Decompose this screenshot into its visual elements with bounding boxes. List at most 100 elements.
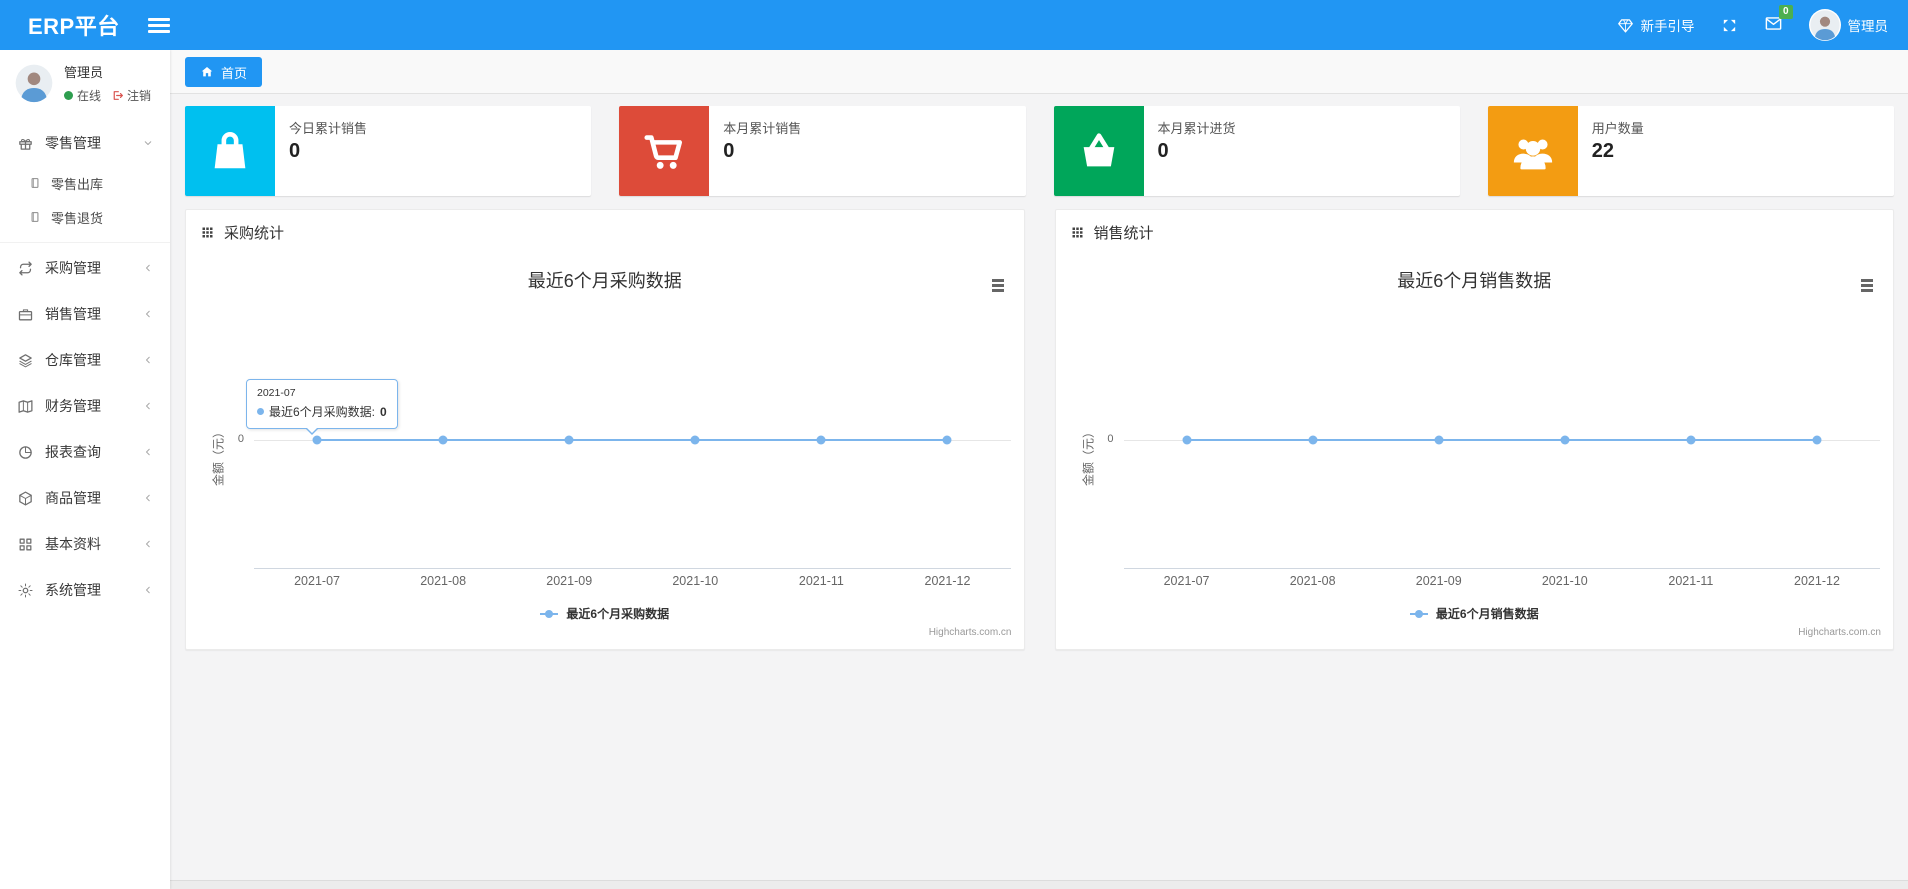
sidebar-item-system[interactable]: 系统管理 bbox=[0, 567, 170, 613]
data-point-2021-10 bbox=[1560, 435, 1570, 445]
sidebar-group-purchase: 采购管理 bbox=[0, 245, 170, 291]
sidebar-item-retail[interactable]: 零售管理 bbox=[0, 120, 170, 166]
stat-card-value: 0 bbox=[1157, 140, 1169, 162]
sidebar-item-sales[interactable]: 销售管理 bbox=[0, 291, 170, 337]
sidebar-item-retail-return[interactable]: 零售退货 bbox=[0, 200, 170, 234]
sales-chart: 最近6个月销售数据 金额（元） 0 2021-07 2021-08 2021-09 2021… bbox=[1056, 251, 1894, 649]
sidebar-item-purchase[interactable]: 采购管理 bbox=[0, 245, 170, 291]
th-grid-icon bbox=[200, 225, 215, 240]
legend-label: 最近6个月采购数据 bbox=[566, 607, 670, 621]
stat-card-today-sales[interactable]: 今日累计销售 0 bbox=[185, 106, 592, 196]
chart-context-menu-button[interactable] bbox=[990, 277, 1006, 296]
logout-label: 注销 bbox=[127, 89, 152, 103]
x-axis-label: 2021-07 bbox=[294, 574, 340, 588]
chart-panels-row: 采购统计 最近6个月采购数据 金额（元） 0 2021-07 2021-08 2021-0… bbox=[170, 196, 1908, 650]
highcharts-credit-link[interactable]: Highcharts.com.cn bbox=[929, 627, 1012, 638]
highcharts-credit-link[interactable]: Highcharts.com.cn bbox=[1798, 627, 1881, 638]
user-name: 管理员 bbox=[1847, 19, 1889, 34]
sidebar-subitem-label: 零售退货 bbox=[51, 210, 104, 226]
sidebar-toggle-button[interactable] bbox=[147, 15, 170, 36]
th-grid-icon bbox=[1070, 225, 1085, 240]
sidebar-item-finance[interactable]: 财务管理 bbox=[0, 383, 170, 429]
sidebar-menu: 零售管理零售出库零售退货采购管理 销售管理 仓库管理 财务管理报表查询商品管理基本资料… bbox=[0, 120, 170, 613]
sidebar-submenu-retail: 零售出库 零售退货 bbox=[0, 166, 170, 243]
stat-card-label: 本月累计销售 bbox=[723, 121, 802, 136]
data-point-2021-10 bbox=[690, 435, 700, 445]
sidebar-group-system: 系统管理 bbox=[0, 567, 170, 613]
shopping-bag-icon bbox=[185, 106, 275, 196]
x-axis-line bbox=[254, 568, 1011, 569]
stat-card-value: 0 bbox=[289, 140, 301, 162]
chart-context-menu-button[interactable] bbox=[1859, 277, 1875, 296]
legend-item[interactable]: 最近6个月采购数据 bbox=[186, 605, 1024, 622]
sidebar-item-label: 报表查询 bbox=[45, 444, 101, 460]
data-point-2021-07 bbox=[1182, 435, 1192, 445]
tooltip-callout-arrow-fill bbox=[306, 427, 318, 433]
chevron-left-icon bbox=[142, 354, 154, 366]
sidebar-item-report[interactable]: 报表查询 bbox=[0, 429, 170, 475]
chevron-left-icon bbox=[142, 446, 154, 458]
sidebar-item-retail-outbound[interactable]: 零售出库 bbox=[0, 166, 170, 200]
user-menu[interactable]: 管理员 bbox=[1808, 9, 1889, 41]
sidebar-group-retail: 零售管理零售出库零售退货 bbox=[0, 120, 170, 243]
panel-sales-stats: 销售统计 最近6个月销售数据 金额（元） 0 2021-07 2021-08 2021-0… bbox=[1054, 209, 1894, 650]
stat-card-value: 22 bbox=[1591, 140, 1614, 162]
sidebar-item-label: 基本资料 bbox=[45, 536, 101, 552]
guide-button[interactable]: 新手引导 bbox=[1617, 15, 1695, 35]
x-axis-label: 2021-12 bbox=[1794, 574, 1840, 588]
sidebar-group-warehouse: 仓库管理 bbox=[0, 337, 170, 383]
fullscreen-button[interactable] bbox=[1721, 17, 1738, 34]
chart-title: 最近6个月采购数据 bbox=[527, 271, 682, 291]
tooltip-series-label: 最近6个月采购数据: bbox=[269, 405, 376, 419]
stat-card-user-count[interactable]: 用户数量 22 bbox=[1487, 106, 1894, 196]
sidebar-group-sales: 销售管理 bbox=[0, 291, 170, 337]
sidebar-group-finance: 财务管理 bbox=[0, 383, 170, 429]
x-axis-label: 2021-08 bbox=[420, 574, 467, 588]
stat-card-label: 本月累计进货 bbox=[1157, 121, 1236, 136]
messages-button[interactable]: 0 bbox=[1764, 5, 1793, 36]
chevron-left-icon bbox=[142, 538, 154, 550]
users-icon bbox=[1487, 106, 1578, 196]
data-point-2021-09 bbox=[1434, 435, 1444, 445]
data-point-2021-07 bbox=[312, 435, 322, 445]
sidebar: 管理员 在线 注销 零售管理零售出库零售退货采购管理 销售管理 仓库管理 财务管理报表… bbox=[0, 50, 170, 889]
chevron-down-icon bbox=[142, 137, 154, 149]
chevron-left-icon bbox=[142, 492, 154, 504]
tooltip-series-dot-icon bbox=[257, 408, 264, 415]
sidebar-user-panel: 管理员 在线 注销 bbox=[0, 50, 170, 114]
sidebar-group-basic: 基本资料 bbox=[0, 521, 170, 567]
stat-card-month-purchase[interactable]: 本月累计进货 0 bbox=[1053, 106, 1460, 196]
pie-chart-icon bbox=[17, 444, 34, 461]
chart-title: 最近6个月销售数据 bbox=[1397, 271, 1552, 291]
gift-icon bbox=[17, 135, 34, 152]
sidebar-group-goods: 商品管理 bbox=[0, 475, 170, 521]
brand-logo[interactable]: ERP平台 bbox=[0, 9, 142, 41]
stat-card-month-sales[interactable]: 本月累计销售 0 bbox=[619, 106, 1026, 196]
x-axis-line bbox=[1123, 568, 1880, 569]
panel-sales-header: 销售统计 bbox=[1056, 210, 1894, 251]
panel-purchase-header: 采购统计 bbox=[186, 210, 1024, 251]
stat-card-label: 今日累计销售 bbox=[289, 121, 368, 136]
sidebar-item-warehouse[interactable]: 仓库管理 bbox=[0, 337, 170, 383]
legend-item[interactable]: 最近6个月销售数据 bbox=[1056, 605, 1894, 622]
repeat-icon bbox=[17, 260, 34, 277]
sidebar-item-basic[interactable]: 基本资料 bbox=[0, 521, 170, 567]
sidebar-item-goods[interactable]: 商品管理 bbox=[0, 475, 170, 521]
logout-button[interactable]: 注销 bbox=[111, 87, 151, 104]
journal-icon bbox=[28, 176, 42, 190]
grid-icon bbox=[17, 536, 34, 553]
sidebar-subitem-label: 零售出库 bbox=[51, 176, 104, 192]
sidebar-avatar[interactable] bbox=[14, 63, 54, 103]
x-axis-labels: 2021-07 2021-08 2021-09 2021-10 2021-11 2021-… bbox=[254, 574, 1011, 590]
online-status-label: 在线 bbox=[77, 89, 102, 103]
sign-out-icon bbox=[111, 89, 124, 102]
data-point-2021-08 bbox=[438, 435, 448, 445]
tab-home[interactable]: 首页 bbox=[185, 57, 263, 87]
x-axis-label: 2021-12 bbox=[924, 574, 971, 588]
messages-count-badge: 0 bbox=[1778, 5, 1793, 19]
home-icon bbox=[200, 65, 214, 79]
x-axis-label: 2021-11 bbox=[798, 574, 844, 588]
stat-card-label: 用户数量 bbox=[1591, 121, 1644, 136]
basket-icon bbox=[1053, 106, 1144, 196]
tooltip-value: 0 bbox=[380, 404, 387, 419]
